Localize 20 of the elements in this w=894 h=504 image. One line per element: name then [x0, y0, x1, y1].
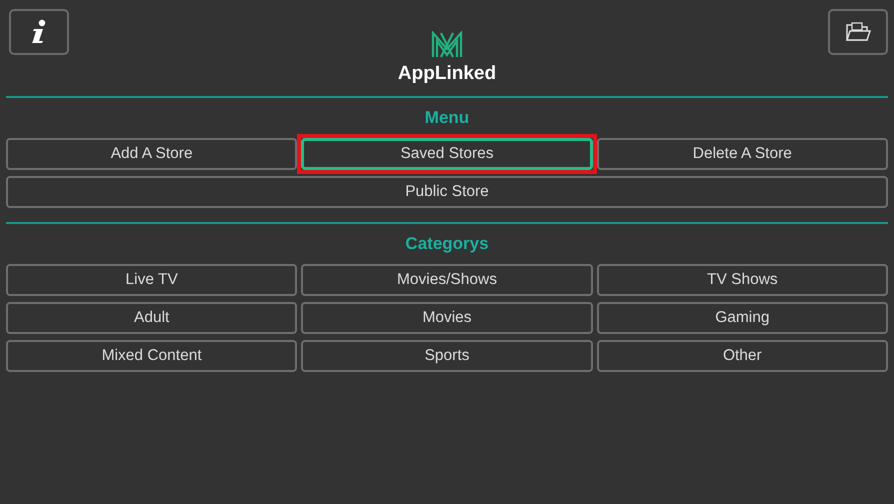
info-button[interactable] [9, 9, 69, 55]
section-title: Menu [424, 107, 470, 129]
category-button[interactable]: Movies [301, 302, 593, 334]
category-button[interactable]: Movies/Shows [301, 264, 593, 296]
section-title: Categorys [404, 233, 490, 255]
folder-icon [844, 21, 871, 43]
menu-button[interactable]: Public Store [6, 176, 888, 208]
app-title: AppLinked [398, 63, 496, 85]
category-button[interactable]: Adult [6, 302, 298, 334]
menu-button[interactable]: Delete A Store [596, 138, 888, 170]
menu-button[interactable]: Add A Store [6, 138, 298, 170]
category-button[interactable]: Sports [301, 340, 593, 372]
menu-button[interactable]: Saved Stores [301, 138, 593, 170]
category-button[interactable]: Other [596, 340, 888, 372]
category-button[interactable]: Gaming [596, 302, 888, 334]
category-button[interactable]: Mixed Content [6, 340, 298, 372]
logo-icon [430, 31, 463, 59]
category-button[interactable]: Live TV [6, 264, 298, 296]
category-button[interactable]: TV Shows [596, 264, 888, 296]
folder-button[interactable] [828, 9, 888, 55]
